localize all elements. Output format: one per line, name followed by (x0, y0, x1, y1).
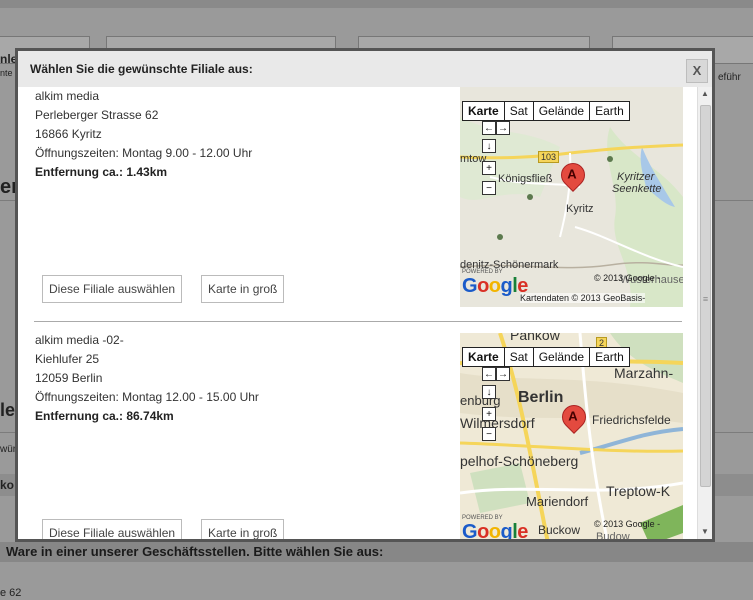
road-shield: 103 (538, 151, 560, 163)
branch-item: alkim media -02- Kiehlufer 25 12059 Berl… (18, 331, 686, 539)
map-place-label: Marzahn- (614, 365, 674, 381)
map-type-gelaende[interactable]: Gelände (532, 347, 591, 367)
pan-down-icon[interactable]: ↓ (482, 385, 496, 399)
map-place-label: Seenkette (612, 183, 662, 195)
map-place-label: Treptow-K (606, 483, 671, 499)
branch-street: Kiehlufer 25 (35, 352, 100, 366)
map-place-label: Budow (596, 531, 630, 539)
map-place-label: Buckow (538, 523, 581, 537)
map-place-label: Pankow (510, 333, 560, 343)
branch-city: 16866 Kyritz (35, 127, 102, 141)
branch-distance: Entfernung ca.: 86.74km (35, 409, 174, 423)
map-place-label: Kyritzer (617, 171, 655, 183)
map-type-earth[interactable]: Earth (589, 347, 630, 367)
map-type-switcher: Karte Sat Gelände Earth (462, 101, 630, 121)
branch-item: alkim media Perleberger Strasse 62 16866… (18, 87, 686, 317)
map-attribution[interactable]: Kartendaten © 2013 GeoBasis- (520, 293, 646, 303)
select-branch-button[interactable]: Diese Filiale auswählen (42, 519, 183, 539)
scroll-grip-icon: ≡ (702, 294, 709, 304)
zoom-in-icon[interactable]: + (482, 161, 496, 175)
branch-street: Perleberger Strasse 62 (35, 108, 159, 122)
large-map-button[interactable]: Karte in groß (201, 275, 285, 303)
map-copyright: © 2013 Google - (594, 273, 661, 283)
close-button[interactable]: X (686, 59, 708, 83)
pan-left-icon[interactable]: ← (482, 121, 496, 135)
branch-map[interactable]: Pankow 2 Marzahn- enburg Berlin Wilmersd… (460, 333, 683, 539)
branch-map[interactable]: mtow Königsfließ Kyritzer Seenkette Kyri… (460, 87, 683, 307)
map-copyright: © 2013 Google - (594, 519, 661, 529)
map-place-label: pelhof-Schöneberg (460, 453, 579, 469)
zoom-in-icon[interactable]: + (482, 407, 496, 421)
map-type-karte[interactable]: Karte (462, 347, 505, 367)
pan-down-icon[interactable]: ↓ (482, 139, 496, 153)
pan-right-icon[interactable]: → (496, 121, 510, 135)
scroll-up-icon[interactable]: ▲ (698, 87, 712, 101)
pan-right-icon[interactable]: → (496, 367, 510, 381)
scroll-down-icon[interactable]: ▼ (698, 525, 712, 539)
google-logo[interactable]: Google (462, 275, 528, 298)
pan-left-icon[interactable]: ← (482, 367, 496, 381)
dialog-header: Wählen Sie die gewünschte Filiale aus: X (18, 51, 712, 88)
select-branch-button[interactable]: Diese Filiale auswählen (42, 275, 183, 303)
branch-distance: Entfernung ca.: 1.43km (35, 165, 168, 179)
branch-hours: Öffnungszeiten: Montag 9.00 - 12.00 Uhr (35, 146, 253, 160)
map-place-label: Berlin (518, 389, 564, 406)
branch-name: alkim media -02- (35, 333, 124, 347)
map-type-switcher: Karte Sat Gelände Earth (462, 347, 630, 367)
branch-info: alkim media -02- Kiehlufer 25 12059 Berl… (35, 331, 259, 426)
map-type-sat[interactable]: Sat (503, 347, 534, 367)
map-place-label: Wilmersdorf (460, 415, 535, 431)
dialog-body[interactable]: alkim media Perleberger Strasse 62 16866… (18, 87, 712, 539)
map-place-label: Friedrichsfelde (592, 413, 671, 427)
zoom-out-icon[interactable]: − (482, 181, 496, 195)
map-type-sat[interactable]: Sat (503, 101, 534, 121)
branch-city: 12059 Berlin (35, 371, 103, 385)
large-map-button[interactable]: Karte in groß (201, 519, 285, 539)
branch-divider (34, 321, 682, 322)
branch-select-dialog: Wählen Sie die gewünschte Filiale aus: X… (15, 48, 715, 542)
zoom-out-icon[interactable]: − (482, 427, 496, 441)
dialog-scrollbar[interactable]: ▲ ≡ ▼ (697, 87, 712, 539)
map-type-karte[interactable]: Karte (462, 101, 505, 121)
dialog-title: Wählen Sie die gewünschte Filiale aus: (30, 62, 253, 76)
google-logo[interactable]: Google (462, 521, 528, 539)
map-place-label: Königsfließ (498, 173, 553, 185)
map-type-gelaende[interactable]: Gelände (532, 101, 591, 121)
map-place-label: Kyritz (566, 203, 594, 215)
branch-info: alkim media Perleberger Strasse 62 16866… (35, 87, 252, 182)
map-type-earth[interactable]: Earth (589, 101, 630, 121)
map-place-label: Mariendorf (526, 494, 589, 509)
branch-hours: Öffnungszeiten: Montag 12.00 - 15.00 Uhr (35, 390, 259, 404)
scroll-thumb[interactable]: ≡ (700, 105, 711, 487)
branch-name: alkim media (35, 89, 100, 103)
